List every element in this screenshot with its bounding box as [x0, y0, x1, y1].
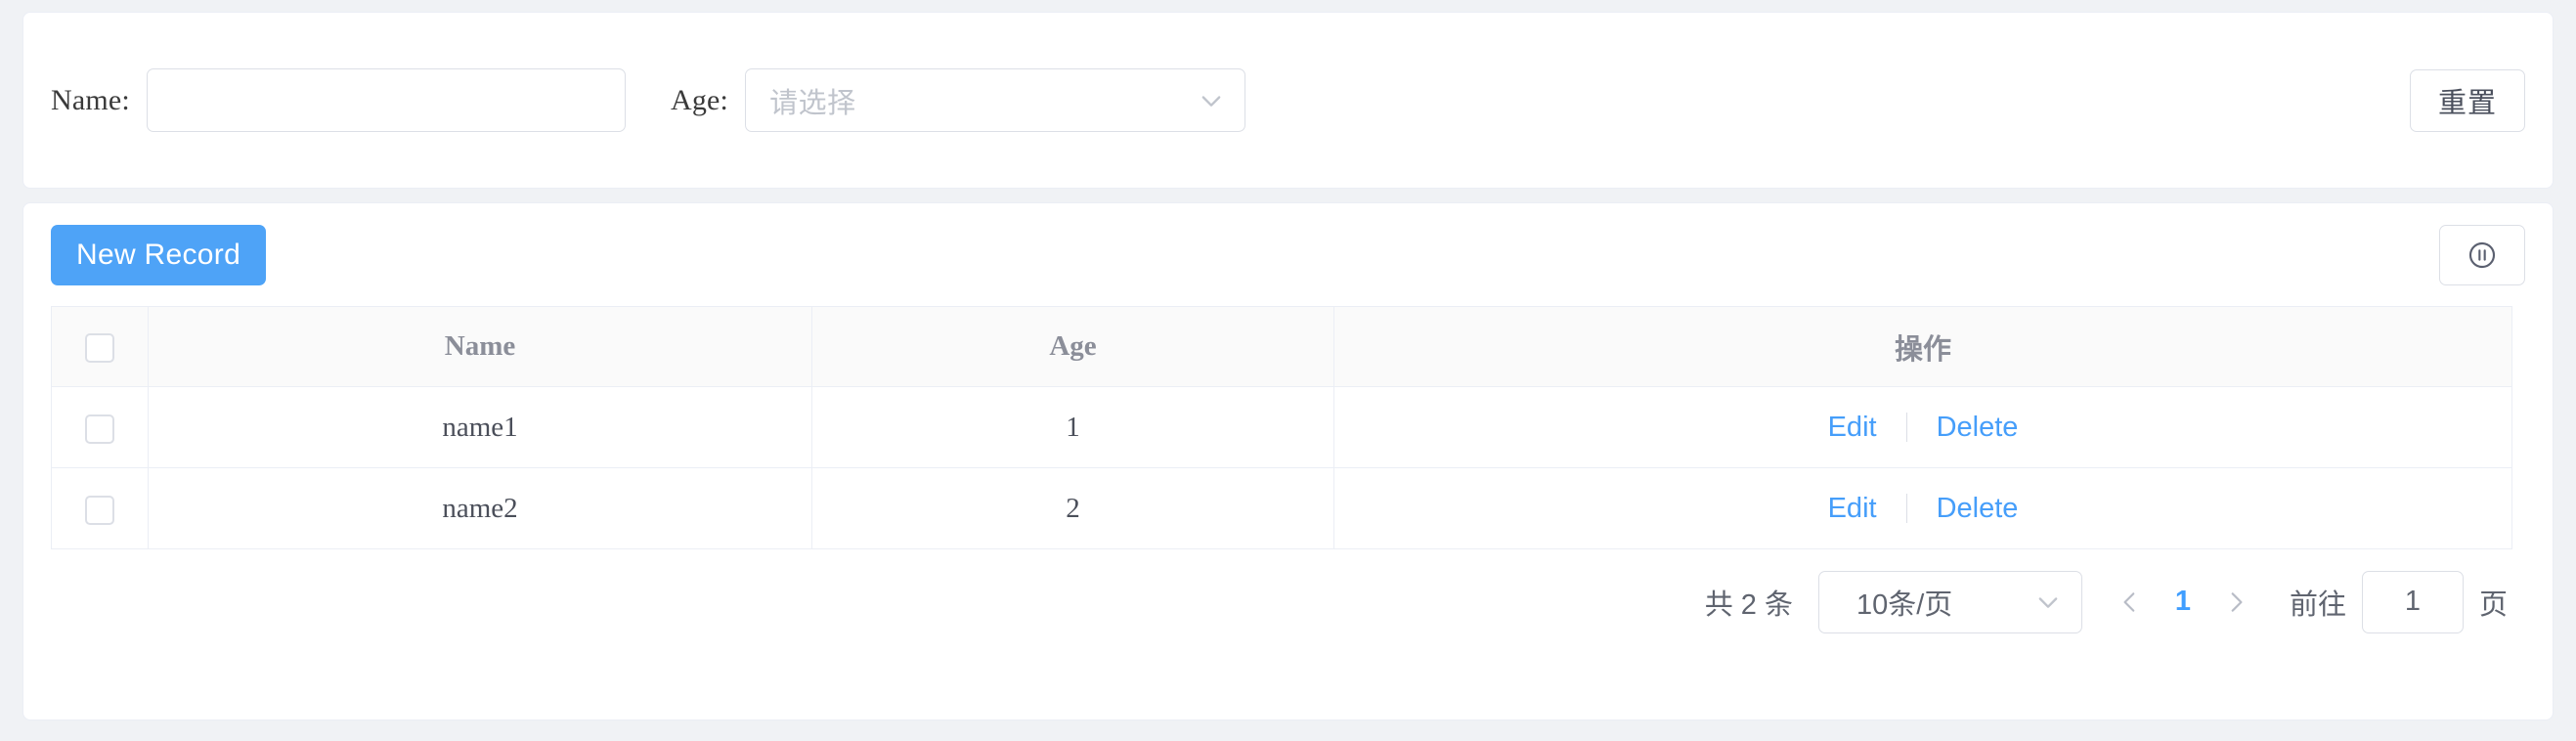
records-table: Name Age 操作 name1 1 Edit D — [51, 306, 2512, 549]
pause-circle-icon — [2467, 240, 2498, 271]
row-name-cell: name2 — [149, 468, 812, 549]
pagination: 共 2 条 10条/页 1 前往 页 — [51, 549, 2525, 654]
operations-divider — [1906, 413, 1907, 442]
name-label: Name: — [51, 84, 130, 117]
table-toolbar: New Record — [51, 203, 2525, 306]
select-all-header — [52, 307, 149, 387]
row-age-cell: 2 — [812, 468, 1334, 549]
prev-page-button[interactable] — [2104, 576, 2157, 629]
table-body: name1 1 Edit Delete name2 — [52, 387, 2512, 549]
name-input[interactable] — [147, 68, 626, 132]
operations-divider — [1906, 494, 1907, 523]
jump-suffix: 页 — [2479, 582, 2508, 623]
row-operations: Edit Delete — [1335, 493, 2511, 525]
table-row[interactable]: name2 2 Edit Delete — [52, 468, 2512, 549]
row-age-cell: 1 — [812, 387, 1334, 468]
column-header-operations: 操作 — [1334, 307, 2512, 387]
jump-label: 前往 — [2290, 582, 2346, 623]
page-size-value: 10条/页 — [1856, 582, 1952, 623]
delete-link[interactable]: Delete — [1937, 493, 2019, 525]
next-page-button[interactable] — [2209, 576, 2262, 629]
filter-row: Name: Age: 请选择 重置 — [51, 13, 2525, 188]
page-root: Name: Age: 请选择 重置 New Record — [0, 0, 2576, 741]
column-header-name[interactable]: Name — [149, 307, 812, 387]
edit-link[interactable]: Edit — [1828, 412, 1877, 444]
row-select-cell — [52, 468, 149, 549]
column-header-age[interactable]: Age — [812, 307, 1334, 387]
chevron-down-icon — [2034, 588, 2062, 616]
row-operations: Edit Delete — [1335, 412, 2511, 444]
row-checkbox[interactable] — [85, 496, 114, 525]
table-head: Name Age 操作 — [52, 307, 2512, 387]
row-name-cell: name1 — [149, 387, 812, 468]
row-operations-cell: Edit Delete — [1334, 468, 2512, 549]
filter-card: Name: Age: 请选择 重置 — [22, 12, 2554, 189]
table-row[interactable]: name1 1 Edit Delete — [52, 387, 2512, 468]
age-label: Age: — [671, 84, 728, 117]
age-select-placeholder: 请选择 — [769, 80, 856, 121]
table-header-row: Name Age 操作 — [52, 307, 2512, 387]
delete-link[interactable]: Delete — [1937, 412, 2019, 444]
age-select[interactable]: 请选择 — [745, 68, 1245, 132]
row-checkbox[interactable] — [85, 414, 114, 444]
row-operations-cell: Edit Delete — [1334, 387, 2512, 468]
chevron-down-icon — [1198, 87, 1225, 114]
edit-link[interactable]: Edit — [1828, 493, 1877, 525]
pause-button[interactable] — [2439, 225, 2525, 285]
form-item-name: Name: — [51, 68, 626, 132]
page-size-select[interactable]: 10条/页 — [1818, 571, 2082, 633]
select-all-checkbox[interactable] — [85, 333, 114, 363]
table-card: New Record — [22, 202, 2554, 720]
form-item-age: Age: 请选择 — [671, 68, 1245, 132]
new-record-button[interactable]: New Record — [51, 225, 266, 285]
row-select-cell — [52, 387, 149, 468]
reset-button[interactable]: 重置 — [2410, 69, 2525, 132]
jump-page-input[interactable] — [2362, 571, 2464, 633]
page-number-1[interactable]: 1 — [2157, 576, 2209, 629]
pagination-total: 共 2 条 — [1705, 582, 1793, 623]
